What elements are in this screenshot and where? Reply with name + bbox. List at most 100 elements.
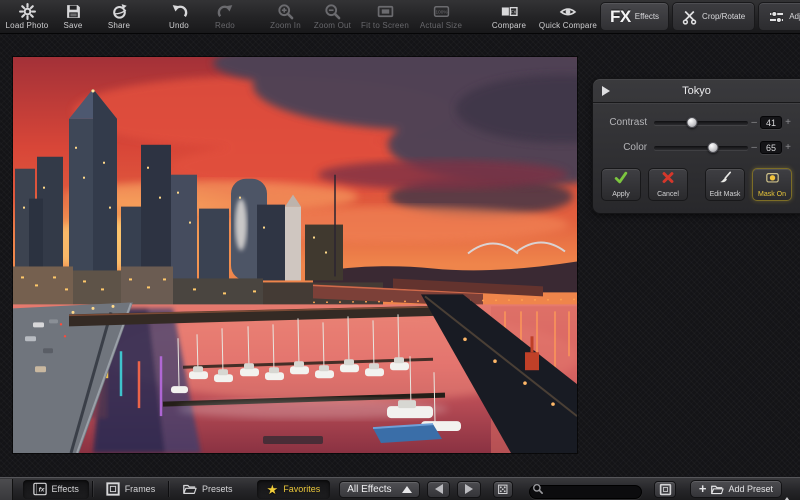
expand-panel-button[interactable] (602, 85, 614, 97)
mode-tabs: FX Effects Crop/Rotate Adjust (600, 0, 800, 31)
add-preset-button[interactable]: + Add Preset (690, 480, 782, 498)
x-icon (660, 171, 676, 190)
zoom-in-label: Zoom In (270, 21, 301, 30)
random-effect-button[interactable]: ⚄ (493, 481, 513, 498)
bottom-bar: fx Effects Frames Presets ★ Favorites Al… (0, 477, 800, 500)
effects-filter-dropdown[interactable]: All Effects (339, 481, 420, 498)
share-icon (111, 3, 128, 20)
save-label: Save (63, 21, 82, 30)
save-button[interactable]: Save (50, 0, 96, 30)
contrast-increase-button[interactable]: + (785, 117, 791, 128)
svg-text:100%: 100% (435, 10, 447, 15)
edit-mask-button[interactable]: Edit Mask (705, 168, 745, 201)
undo-label: Undo (169, 21, 189, 30)
tab-fx-effects[interactable]: FX Effects (600, 2, 669, 31)
redo-button[interactable]: Redo (202, 0, 248, 30)
cancel-button[interactable]: Cancel (648, 168, 688, 201)
arrow-left-icon (435, 484, 443, 494)
chevron-up-icon (402, 486, 412, 493)
fit-to-screen-label: Fit to Screen (361, 21, 409, 30)
actual-size-button[interactable]: 100% Actual Size (414, 0, 468, 30)
zoom-out-icon (324, 3, 341, 20)
zoom-in-icon (277, 3, 294, 20)
color-value-field[interactable]: 65 (760, 141, 782, 154)
apply-button[interactable]: Apply (601, 168, 641, 201)
contrast-slider[interactable] (654, 121, 748, 125)
tab-adjust[interactable]: Adjust (758, 2, 800, 31)
fit-to-screen-button[interactable]: Fit to Screen (356, 0, 414, 30)
redo-icon (217, 3, 234, 20)
check-icon (613, 171, 629, 190)
compare-icon: FX (501, 3, 518, 20)
color-label: Color (599, 142, 647, 153)
search-icon (532, 483, 544, 495)
previous-effect-button[interactable] (427, 481, 450, 498)
preset-panel-header: Tokyo (593, 79, 800, 103)
play-triangle-icon (602, 86, 610, 96)
photo-canvas[interactable] (13, 57, 577, 453)
tab-favorites[interactable]: ★ Favorites (257, 480, 331, 499)
dropdown-selected-value: All Effects (347, 484, 402, 495)
brush-icon (717, 171, 733, 190)
undo-button[interactable]: Undo (156, 0, 202, 30)
add-preset-folder-icon (710, 483, 724, 496)
fx-film-icon: fx (33, 482, 47, 496)
panel-handle[interactable] (0, 479, 13, 500)
fit-to-screen-icon (377, 3, 394, 20)
contrast-decrease-button[interactable]: – (751, 117, 757, 128)
eye-icon (559, 3, 577, 20)
share-button[interactable]: Share (96, 0, 142, 30)
quick-compare-button[interactable]: Quick Compare (536, 0, 600, 30)
thumbnail-view-button[interactable] (654, 481, 676, 498)
color-decrease-button[interactable]: – (751, 142, 757, 153)
scissors-icon (682, 8, 698, 25)
triangle-up-icon (782, 480, 792, 500)
cancel-label: Cancel (657, 191, 679, 198)
presets-label: Presets (202, 484, 233, 494)
folder-icon (182, 482, 197, 496)
share-label: Share (108, 21, 130, 30)
tab-crop-rotate[interactable]: Crop/Rotate (672, 2, 755, 31)
actual-size-icon: 100% (433, 3, 450, 20)
compare-label: Compare (492, 21, 526, 30)
search-input[interactable] (529, 485, 642, 499)
square-icon (659, 483, 672, 496)
frames-label: Frames (125, 484, 156, 494)
effects-tab-label: Effects (635, 12, 659, 21)
frame-icon (106, 482, 120, 496)
photo-editor-app: Load Photo Save Share Undo (0, 0, 800, 500)
undo-icon (171, 3, 188, 20)
preset-title: Tokyo (593, 85, 800, 97)
crop-rotate-tab-label: Crop/Rotate (702, 12, 745, 21)
redo-label: Redo (215, 21, 235, 30)
effects-label: Effects (52, 484, 79, 494)
svg-text:fx: fx (38, 487, 44, 494)
adjust-tab-label: Adjust (789, 12, 800, 21)
favorites-label: Favorites (283, 484, 320, 494)
tab-frames[interactable]: Frames (96, 480, 166, 499)
zoom-in-button[interactable]: Zoom In (262, 0, 309, 30)
next-effect-button[interactable] (457, 481, 480, 498)
compare-button[interactable]: FX Compare (482, 0, 536, 30)
tab-effects[interactable]: fx Effects (23, 480, 89, 499)
slider-area: Contrast – 41 + Color – 65 + (593, 103, 800, 160)
contrast-slider-row: Contrast – 41 + (599, 110, 794, 135)
load-photo-button[interactable]: Load Photo (4, 0, 50, 30)
plus-icon: + (699, 482, 707, 495)
contrast-slider-thumb[interactable] (686, 117, 697, 128)
contrast-value-field[interactable]: 41 (760, 116, 782, 129)
color-slider[interactable] (654, 146, 748, 150)
bottom-separator (168, 481, 169, 497)
arrow-right-icon (465, 484, 473, 494)
sliders-icon (768, 8, 785, 25)
color-slider-thumb[interactable] (707, 142, 718, 153)
tab-presets[interactable]: Presets (172, 480, 243, 499)
search-container (529, 482, 642, 496)
collapse-strip-button[interactable] (782, 480, 792, 498)
mask-on-button[interactable]: Mask On (752, 168, 792, 201)
apply-label: Apply (612, 191, 630, 198)
color-increase-button[interactable]: + (785, 142, 791, 153)
zoom-out-button[interactable]: Zoom Out (309, 0, 356, 30)
dice-icon: ⚄ (497, 483, 508, 496)
workspace-background: Tokyo Contrast – 41 + Color – (0, 34, 800, 477)
